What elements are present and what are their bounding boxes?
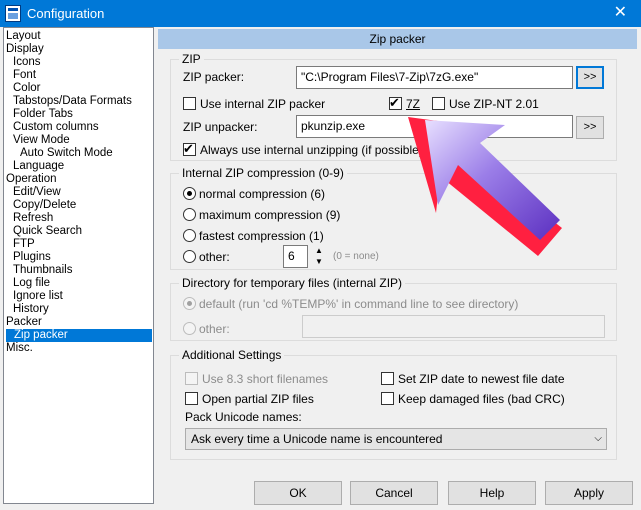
short-filenames-label: Use 8.3 short filenames: [202, 372, 329, 386]
tree-item-ftp[interactable]: FTP: [13, 238, 35, 251]
tree-item-operation[interactable]: Operation: [6, 173, 57, 186]
additional-settings-caption: Additional Settings: [179, 348, 285, 362]
tree-item-log-file[interactable]: Log file: [13, 277, 50, 290]
normal-compression-label: normal compression (6): [199, 187, 326, 201]
radio-dot-icon: [187, 191, 192, 196]
tree-item-view-mode[interactable]: View Mode: [13, 134, 70, 147]
keep-damaged-checkbox[interactable]: [381, 392, 394, 405]
tree-item-custom-columns[interactable]: Custom columns: [13, 121, 99, 134]
compression-none-hint: (0 = none): [333, 251, 379, 262]
temp-dir-input[interactable]: [302, 315, 605, 338]
zip-packer-input[interactable]: "C:\Program Files\7-Zip\7zG.exe": [296, 66, 573, 89]
tree-item-history[interactable]: History: [13, 303, 49, 316]
tree-item-copy-delete[interactable]: Copy/Delete: [13, 199, 76, 212]
open-partial-label: Open partial ZIP files: [202, 392, 314, 406]
radio-dot-icon: [187, 301, 192, 306]
tree-item-icons[interactable]: Icons: [13, 56, 41, 69]
other-compression-label: other:: [199, 250, 230, 264]
tree-item-folder-tabs[interactable]: Folder Tabs: [13, 108, 73, 121]
page-title: Zip packer: [158, 29, 637, 49]
set-zip-date-label: Set ZIP date to newest file date: [398, 372, 565, 386]
checkmark-icon: ✔: [389, 95, 400, 110]
close-icon[interactable]: ✕: [614, 3, 627, 23]
tree-item-packer[interactable]: Packer: [6, 316, 42, 329]
tree-item-language[interactable]: Language: [13, 160, 64, 173]
tree-item-color[interactable]: Color: [13, 82, 40, 95]
tree-item-quick-search[interactable]: Quick Search: [13, 225, 82, 238]
tree-item-ignore-list[interactable]: Ignore list: [13, 290, 63, 303]
tree-item-zip-packer[interactable]: Zip packer: [6, 329, 152, 342]
fastest-compression-radio[interactable]: [183, 229, 196, 242]
temp-dir-group-caption: Directory for temporary files (internal …: [179, 276, 406, 290]
tree-item-layout[interactable]: Layout: [6, 30, 41, 43]
zip-packer-label: ZIP packer:: [183, 70, 245, 84]
tree-item-tabstops[interactable]: Tabstops/Data Formats: [13, 95, 132, 108]
fastest-compression-label: fastest compression (1): [199, 229, 324, 243]
other-compression-radio[interactable]: [183, 250, 196, 263]
keep-damaged-label: Keep damaged files (bad CRC): [398, 392, 565, 406]
use-internal-zip-checkbox[interactable]: [183, 97, 196, 110]
tree-item-plugins[interactable]: Plugins: [13, 251, 51, 264]
default-temp-dir-radio[interactable]: [183, 297, 196, 310]
use-zip-nt-checkbox[interactable]: [432, 97, 445, 110]
category-tree[interactable]: Layout Display Icons Font Color Tabstops…: [3, 27, 154, 504]
default-temp-dir-label: default (run 'cd %TEMP%' in command line…: [199, 297, 519, 311]
maximum-compression-radio[interactable]: [183, 208, 196, 221]
apply-button[interactable]: Apply: [545, 481, 633, 505]
tree-item-refresh[interactable]: Refresh: [13, 212, 53, 225]
use-zip-nt-label: Use ZIP-NT 2.01: [449, 97, 539, 111]
zip-group-caption: ZIP: [179, 52, 204, 66]
zip-packer-browse-button[interactable]: >>: [576, 66, 604, 89]
tree-item-auto-switch-mode[interactable]: Auto Switch Mode: [20, 147, 113, 160]
title-bar: Configuration ✕: [0, 0, 641, 27]
use-internal-zip-label: Use internal ZIP packer: [200, 97, 326, 111]
zip-unpacker-input[interactable]: pkunzip.exe: [296, 115, 573, 138]
7z-label: 7Z: [406, 97, 421, 111]
pack-unicode-label: Pack Unicode names:: [185, 410, 302, 424]
open-partial-checkbox[interactable]: [185, 392, 198, 405]
other-temp-dir-radio[interactable]: [183, 322, 196, 335]
cancel-button[interactable]: Cancel: [350, 481, 438, 505]
tree-item-misc[interactable]: Misc.: [6, 342, 33, 355]
compression-group-caption: Internal ZIP compression (0-9): [179, 166, 347, 180]
help-button[interactable]: Help: [448, 481, 536, 505]
other-temp-dir-label: other:: [199, 322, 230, 336]
set-zip-date-checkbox[interactable]: [381, 372, 394, 385]
normal-compression-radio[interactable]: [183, 187, 196, 200]
short-filenames-checkbox[interactable]: [185, 372, 198, 385]
always-internal-unzip-label: Always use internal unzipping (if possib…: [200, 143, 423, 157]
compression-level-input[interactable]: 6: [283, 245, 308, 268]
maximum-compression-label: maximum compression (9): [199, 208, 341, 222]
pack-unicode-select[interactable]: Ask every time a Unicode name is encount…: [185, 428, 607, 450]
checkmark-icon: ✔: [183, 141, 194, 156]
tree-item-font[interactable]: Font: [13, 69, 36, 82]
tree-item-thumbnails[interactable]: Thumbnails: [13, 264, 72, 277]
chevron-down-icon: ⌵: [594, 433, 602, 444]
7z-checkbox[interactable]: ✔: [389, 95, 402, 110]
spin-down-icon[interactable]: ▼: [313, 257, 325, 266]
tree-item-display[interactable]: Display: [6, 43, 44, 56]
app-icon: [5, 5, 21, 22]
window-title: Configuration: [27, 6, 105, 21]
zip-unpacker-label: ZIP unpacker:: [183, 120, 258, 134]
tree-item-edit-view[interactable]: Edit/View: [13, 186, 61, 199]
spin-up-icon[interactable]: ▲: [313, 246, 325, 255]
ok-button[interactable]: OK: [254, 481, 342, 505]
always-internal-unzip-checkbox[interactable]: ✔: [183, 141, 196, 156]
pack-unicode-value: Ask every time a Unicode name is encount…: [191, 432, 443, 446]
zip-unpacker-browse-button[interactable]: >>: [576, 116, 604, 139]
